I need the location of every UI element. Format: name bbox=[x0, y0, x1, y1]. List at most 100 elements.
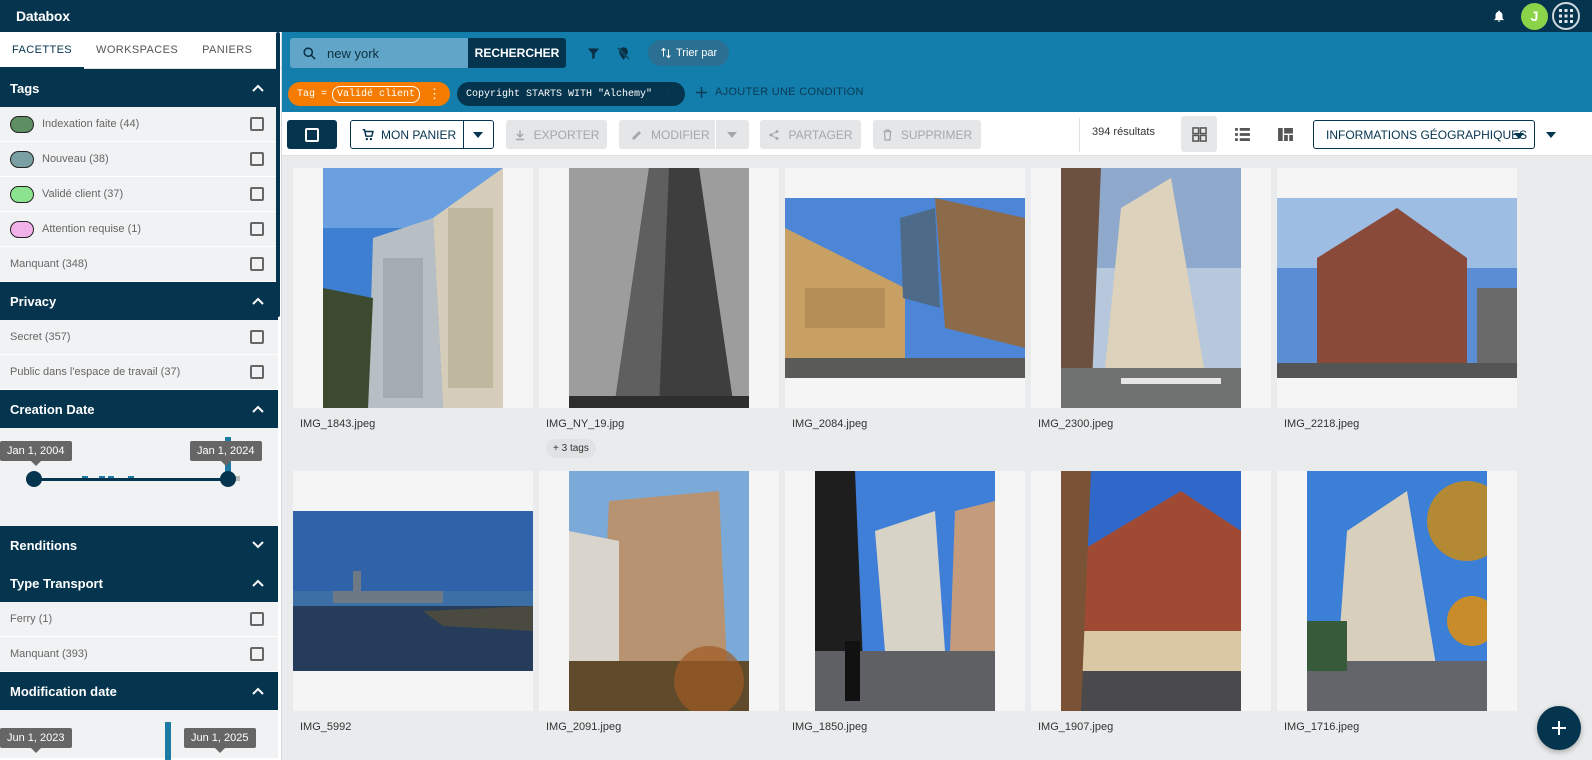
facet-checkbox[interactable] bbox=[250, 152, 264, 166]
facet-header-type-transport[interactable]: Type Transport bbox=[0, 564, 278, 602]
facet-item-valide-client[interactable]: Validé client (37) bbox=[0, 177, 278, 212]
facet-item-secret[interactable]: Secret (357) bbox=[0, 320, 278, 355]
search-button[interactable]: RECHERCHER bbox=[468, 38, 566, 68]
asset-card[interactable]: IMG_1716.jpeg bbox=[1277, 471, 1517, 733]
basket-button[interactable]: MON PANIER bbox=[350, 120, 494, 149]
condition-chip-tag[interactable]: Tag = Validé client ⋮ bbox=[288, 82, 450, 106]
share-icon bbox=[769, 129, 779, 140]
facet-header-modification-date[interactable]: Modification date bbox=[0, 672, 278, 710]
tab-workspaces[interactable]: WORKSPACES bbox=[84, 32, 190, 69]
facet-title: Tags bbox=[10, 80, 40, 96]
app-title[interactable]: Databox bbox=[16, 8, 70, 24]
user-avatar[interactable]: J bbox=[1521, 2, 1548, 30]
asset-card[interactable]: IMG_1850.jpeg bbox=[785, 471, 1025, 733]
caret-down-icon[interactable] bbox=[473, 132, 483, 138]
search-field[interactable] bbox=[290, 38, 470, 68]
asset-card[interactable]: IMG_2300.jpeg bbox=[1031, 168, 1271, 430]
facet-header-creation-date[interactable]: Creation Date bbox=[0, 390, 278, 428]
tab-paniers[interactable]: PANIERS bbox=[190, 32, 264, 69]
tag-color-swatch bbox=[10, 150, 34, 168]
slider-end-label: Jun 1, 2025 bbox=[184, 728, 256, 753]
facet-item-ferry[interactable]: Ferry (1) bbox=[0, 602, 278, 637]
caret-down-icon[interactable] bbox=[1546, 132, 1556, 138]
slider-track[interactable] bbox=[34, 478, 228, 481]
facet-checkbox[interactable] bbox=[250, 647, 264, 661]
facet-item-manquant[interactable]: Manquant (348) bbox=[0, 247, 278, 282]
share-button[interactable]: PARTAGER bbox=[760, 120, 861, 149]
tag-color-swatch bbox=[10, 115, 34, 133]
apps-grid-icon[interactable] bbox=[1552, 2, 1580, 30]
geo-filter-off-icon[interactable] bbox=[614, 44, 632, 62]
facet-checkbox[interactable] bbox=[250, 330, 264, 344]
search-icon bbox=[303, 46, 316, 60]
tab-facettes[interactable]: FACETTES bbox=[0, 32, 85, 69]
grid-view-icon[interactable] bbox=[1181, 116, 1217, 152]
asset-thumbnail[interactable] bbox=[293, 168, 533, 408]
chip-value[interactable]: Validé client bbox=[332, 85, 421, 103]
facet-item-manquant-transport[interactable]: Manquant (393) bbox=[0, 637, 278, 672]
asset-card[interactable]: IMG_5992 bbox=[293, 471, 533, 733]
asset-thumbnail[interactable] bbox=[1277, 168, 1517, 408]
sidebar-scrollbar[interactable] bbox=[276, 32, 280, 317]
geo-info-select[interactable]: INFORMATIONS GÉOGRAPHIQUES bbox=[1313, 120, 1535, 149]
list-view-icon[interactable] bbox=[1224, 116, 1260, 152]
facet-checkbox[interactable] bbox=[250, 117, 264, 131]
asset-card[interactable]: IMG_2091.jpeg bbox=[539, 471, 779, 733]
facet-item-indexation[interactable]: Indexation faite (44) bbox=[0, 107, 278, 142]
facet-header-privacy[interactable]: Privacy bbox=[0, 282, 278, 320]
facet-header-tags[interactable]: Tags bbox=[0, 69, 278, 107]
facet-checkbox[interactable] bbox=[250, 187, 264, 201]
asset-thumbnail[interactable] bbox=[1031, 168, 1271, 408]
masonry-view-icon[interactable] bbox=[1267, 116, 1303, 152]
facet-checkbox[interactable] bbox=[250, 222, 264, 236]
export-button[interactable]: EXPORTER bbox=[506, 120, 607, 149]
asset-thumbnail[interactable] bbox=[785, 471, 1025, 711]
asset-card[interactable]: IMG_2218.jpeg bbox=[1277, 168, 1517, 430]
slider-thumb-end[interactable] bbox=[220, 471, 236, 487]
facet-checkbox[interactable] bbox=[250, 365, 264, 379]
facet-checkbox[interactable] bbox=[250, 257, 264, 271]
slider-thumb-start[interactable] bbox=[26, 471, 42, 487]
results-toolbar: MON PANIER EXPORTER MODIFIER PARTAGER SU… bbox=[282, 112, 1592, 156]
asset-name: IMG_2218.jpeg bbox=[1284, 418, 1360, 430]
more-vert-icon[interactable]: ⋮ bbox=[662, 87, 675, 102]
asset-card[interactable]: IMG_2084.jpeg bbox=[785, 168, 1025, 430]
facet-item-attention[interactable]: Attention requise (1) bbox=[0, 212, 278, 247]
add-condition-button[interactable]: AJOUTER UNE CONDITION bbox=[696, 86, 864, 98]
asset-card[interactable]: IMG_NY_19.jpg + 3 tags bbox=[539, 168, 779, 458]
asset-card[interactable]: IMG_1843.jpeg bbox=[293, 168, 533, 430]
results-count: 394 résultats bbox=[1092, 126, 1155, 138]
modify-button[interactable]: MODIFIER bbox=[619, 120, 749, 149]
facet-item-public[interactable]: Public dans l'espace de travail (37) bbox=[0, 355, 278, 390]
tags-badge[interactable]: + 3 tags bbox=[546, 439, 596, 458]
select-all-button[interactable] bbox=[287, 120, 337, 149]
condition-chip-copyright[interactable]: Copyright STARTS WITH "Alchemy" ⋮ bbox=[457, 82, 685, 106]
trash-icon bbox=[883, 128, 892, 141]
asset-thumbnail[interactable] bbox=[785, 168, 1025, 408]
facet-item-nouveau[interactable]: Nouveau (38) bbox=[0, 142, 278, 177]
chevron-down-icon bbox=[252, 541, 264, 549]
facet-checkbox[interactable] bbox=[250, 612, 264, 626]
more-vert-icon[interactable]: ⋮ bbox=[428, 87, 441, 102]
asset-name: IMG_1843.jpeg bbox=[300, 418, 376, 430]
delete-button[interactable]: SUPPRIMER bbox=[873, 120, 981, 149]
search-input[interactable] bbox=[327, 45, 457, 61]
asset-thumbnail[interactable] bbox=[539, 168, 779, 408]
sort-button[interactable]: Trier par bbox=[648, 40, 730, 66]
caret-down-icon[interactable] bbox=[727, 132, 737, 138]
facet-title: Renditions bbox=[10, 537, 78, 553]
facet-header-renditions[interactable]: Renditions bbox=[0, 526, 278, 564]
facet-label: Manquant (348) bbox=[10, 258, 88, 270]
facet-title: Modification date bbox=[10, 683, 117, 699]
asset-thumbnail[interactable] bbox=[539, 471, 779, 711]
tag-color-swatch bbox=[10, 185, 34, 203]
caret-down-icon bbox=[1514, 133, 1524, 139]
asset-card[interactable]: IMG_1907.jpeg bbox=[1031, 471, 1271, 733]
add-asset-fab[interactable] bbox=[1537, 706, 1581, 750]
filter-icon[interactable] bbox=[584, 44, 602, 62]
asset-thumbnail[interactable] bbox=[293, 471, 533, 711]
asset-thumbnail[interactable] bbox=[1277, 471, 1517, 711]
asset-thumbnail[interactable] bbox=[1031, 471, 1271, 711]
notification-bell-icon[interactable] bbox=[1491, 8, 1507, 24]
creation-date-slider: Jan 1, 2004 Jan 1, 2024 bbox=[0, 428, 278, 526]
